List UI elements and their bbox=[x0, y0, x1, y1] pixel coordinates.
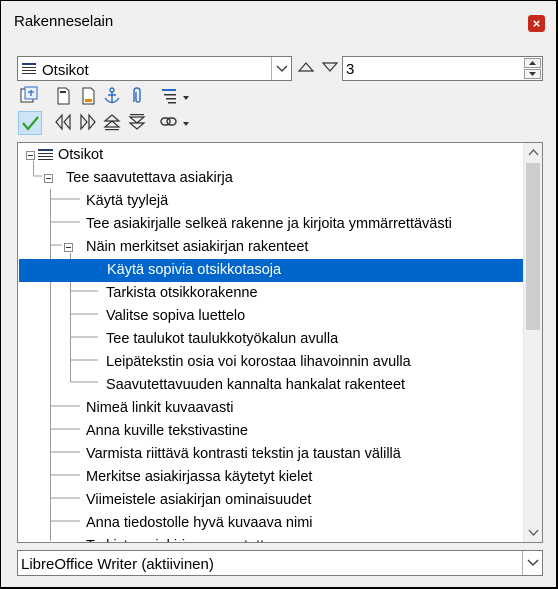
tree-item[interactable]: Tarkista otsikkorakenne bbox=[18, 282, 523, 305]
demote-level-icon bbox=[128, 114, 146, 130]
heading-levels-icon bbox=[162, 89, 189, 104]
scroll-up-icon[interactable] bbox=[528, 148, 539, 159]
spin-up-icon bbox=[529, 61, 536, 65]
tree-item-label: Tarkista asiakirjan saavutettavuus bbox=[86, 535, 303, 542]
footer-button[interactable] bbox=[78, 86, 100, 108]
link-icon bbox=[160, 117, 189, 126]
tree-item[interactable]: Tee saavutettava asiakirja bbox=[18, 167, 523, 190]
tree-item[interactable]: Merkitse asiakirjassa käytetyt kielet bbox=[18, 466, 523, 489]
header-button[interactable] bbox=[53, 86, 75, 108]
tree-item-label: Tarkista otsikkorakenne bbox=[106, 285, 258, 301]
chevron-down-icon bbox=[527, 559, 539, 566]
chevron-down-icon bbox=[276, 65, 288, 72]
tree-item-label: Anna tiedostolle hyvä kuvaava nimi bbox=[86, 515, 313, 531]
page-footer-icon bbox=[82, 87, 95, 105]
paperclip-icon bbox=[133, 87, 141, 103]
tree-item-label: Merkitse asiakirjassa käytetyt kielet bbox=[86, 469, 313, 485]
tree-item[interactable]: Tarkista asiakirjan saavutettavuus bbox=[18, 535, 523, 542]
tree-item[interactable]: Leipätekstin osia voi korostaa lihavoinn… bbox=[18, 351, 523, 374]
double-right-icon bbox=[80, 113, 96, 131]
checkmark-icon bbox=[22, 116, 39, 131]
document-dropdown-button[interactable] bbox=[522, 551, 542, 575]
tree-item[interactable]: Viimeistele asiakirjan ominaisuudet bbox=[18, 489, 523, 512]
collapse-icon[interactable] bbox=[44, 174, 53, 183]
tree-item-label: Tee taulukot taulukkotyökalun avulla bbox=[106, 331, 339, 347]
headings-icon bbox=[38, 149, 53, 160]
spin-down-icon bbox=[529, 72, 536, 76]
collapse-icon[interactable] bbox=[26, 151, 35, 160]
window-title: Rakenneselain bbox=[14, 13, 114, 30]
next-button[interactable] bbox=[321, 58, 343, 80]
heading-levels-shown-button[interactable] bbox=[159, 86, 193, 108]
tree-item[interactable]: Käytä tyylejä bbox=[18, 190, 523, 213]
set-reminder-button[interactable] bbox=[18, 111, 42, 135]
scroll-down-icon[interactable] bbox=[528, 527, 539, 538]
title-bar: Rakenneselain × bbox=[1, 1, 557, 41]
scrollbar-thumb[interactable] bbox=[526, 163, 540, 330]
promote-level-button[interactable] bbox=[102, 112, 124, 134]
anchor-button[interactable] bbox=[102, 86, 124, 108]
heading-level-spinbox[interactable]: 3 bbox=[342, 56, 543, 81]
navigation-toggle-icon bbox=[20, 86, 38, 103]
spin-up-button[interactable] bbox=[524, 58, 541, 68]
navigator-window: Rakenneselain × Otsikot 3 Otsikot Tee sa… bbox=[0, 0, 558, 589]
spin-down-button[interactable] bbox=[524, 69, 541, 79]
document-select[interactable]: LibreOffice Writer (aktiivinen) bbox=[17, 550, 543, 576]
double-left-icon bbox=[55, 113, 71, 131]
tree-item-label: Tee saavutettava asiakirja bbox=[66, 170, 233, 186]
tree-item-label: Tee asiakirjalle selkeä rakenne ja kirjo… bbox=[86, 216, 452, 232]
tree-item[interactable]: Anna kuville tekstivastine bbox=[18, 420, 523, 443]
reminder-button[interactable] bbox=[127, 86, 149, 108]
triangle-up-icon bbox=[297, 62, 315, 72]
tree-item[interactable]: Näin merkitset asiakirjan rakenteet bbox=[18, 236, 523, 259]
tree-item[interactable]: Käytä sopivia otsikkotasoja bbox=[19, 259, 523, 282]
tree-item[interactable]: Tee taulukot taulukkotyökalun avulla bbox=[18, 328, 523, 351]
page-header-icon bbox=[57, 87, 70, 105]
tree-item-label: Anna kuville tekstivastine bbox=[86, 423, 248, 439]
document-select-value: LibreOffice Writer (aktiivinen) bbox=[21, 556, 214, 573]
tree-item[interactable]: Valitse sopiva luettelo bbox=[18, 305, 523, 328]
tree-item-label: Nimeä linkit kuvaavasti bbox=[86, 400, 234, 416]
close-button[interactable]: × bbox=[528, 15, 545, 32]
triangle-down-icon bbox=[321, 62, 339, 72]
drag-mode-button[interactable] bbox=[159, 112, 193, 134]
content-tree[interactable]: Otsikot Tee saavutettava asiakirja Käytä t… bbox=[17, 142, 543, 543]
collapse-icon[interactable] bbox=[64, 243, 73, 252]
heading-level-value: 3 bbox=[346, 61, 355, 78]
tree-item[interactable]: Saavutettavuuden kannalta hankalat raken… bbox=[18, 374, 523, 397]
anchor-icon bbox=[104, 87, 120, 104]
tree-item-label: Käytä sopivia otsikkotasoja bbox=[107, 262, 282, 278]
tree-item-label: Näin merkitset asiakirjan rakenteet bbox=[86, 239, 309, 255]
demote-chapter-button[interactable] bbox=[78, 112, 100, 134]
tree-item[interactable]: Nimeä linkit kuvaavasti bbox=[18, 397, 523, 420]
category-select-value: Otsikot bbox=[42, 62, 89, 79]
tree-item[interactable]: Otsikot bbox=[18, 144, 523, 167]
close-icon: × bbox=[532, 16, 541, 31]
tree-item[interactable]: Tee asiakirjalle selkeä rakenne ja kirjo… bbox=[18, 213, 523, 236]
demote-level-button[interactable] bbox=[127, 112, 149, 134]
previous-button[interactable] bbox=[297, 58, 319, 80]
category-select[interactable]: Otsikot bbox=[17, 56, 292, 81]
tree-item[interactable]: Varmista riittävä kontrasti tekstin ja t… bbox=[18, 443, 523, 466]
promote-level-icon bbox=[103, 114, 121, 131]
tree-item[interactable]: Anna tiedostolle hyvä kuvaava nimi bbox=[18, 512, 523, 535]
promote-chapter-button[interactable] bbox=[53, 112, 75, 134]
tree-item-label: Valitse sopiva luettelo bbox=[106, 308, 246, 324]
tree-item-label: Varmista riittävä kontrasti tekstin ja t… bbox=[86, 446, 401, 462]
tree-item-label: Leipätekstin osia voi korostaa lihavoinn… bbox=[106, 354, 411, 370]
headings-icon bbox=[22, 63, 36, 74]
tree-item-label: Otsikot bbox=[58, 147, 104, 163]
tree-item-label: Viimeistele asiakirjan ominaisuudet bbox=[86, 492, 312, 508]
category-dropdown-button[interactable] bbox=[271, 57, 291, 80]
tree-item-label: Käytä tyylejä bbox=[86, 193, 169, 209]
tree-item-label: Saavutettavuuden kannalta hankalat raken… bbox=[106, 377, 406, 393]
content-navigation-toggle-button[interactable] bbox=[19, 86, 41, 108]
tree-vertical-scrollbar[interactable] bbox=[523, 143, 542, 542]
